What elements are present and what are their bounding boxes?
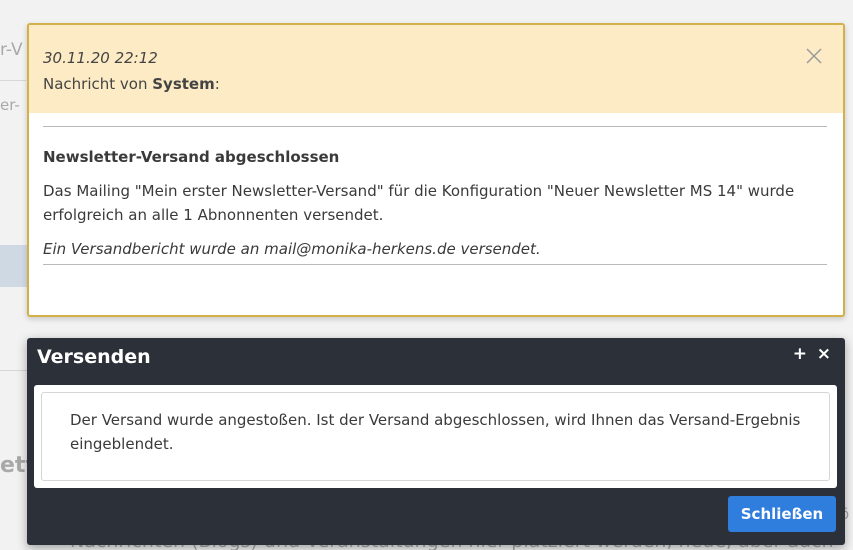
sender-name: System: [152, 75, 215, 93]
dialog-title: Versenden: [37, 346, 151, 368]
background-divider: [0, 370, 30, 371]
notification-text: Das Mailing "Mein erster Newsletter-Vers…: [43, 182, 795, 224]
close-button[interactable]: Schließen: [728, 496, 836, 532]
close-icon[interactable]: [803, 45, 825, 67]
divider: [43, 126, 827, 127]
notification-header: 30.11.20 22:12 Nachricht von System:: [29, 25, 843, 113]
notification-sender-line: Nachricht von System:: [43, 75, 843, 93]
maximize-icon[interactable]: +: [793, 346, 807, 363]
dialog-content: Der Versand wurde angestoßen. Ist der Ve…: [34, 385, 837, 488]
dialog-close-icon[interactable]: ×: [817, 346, 831, 363]
background-text: er-: [0, 96, 20, 114]
send-dialog: Versenden + × Der Versand wurde angestoß…: [27, 338, 845, 545]
background-highlight-row: [0, 245, 28, 287]
background-divider: [0, 80, 26, 81]
dialog-message: Der Versand wurde angestoßen. Ist der Ve…: [41, 392, 830, 481]
notification-note: Ein Versandbericht wurde an mail@monika-…: [43, 240, 541, 258]
notification-body: Newsletter-Versand abgeschlossen Das Mai…: [29, 126, 843, 265]
divider: [43, 264, 827, 265]
notification-timestamp: 30.11.20 22:12: [43, 49, 158, 67]
sender-suffix: :: [214, 75, 220, 93]
sender-prefix: Nachricht von: [43, 75, 153, 93]
notification-subject: Newsletter-Versand abgeschlossen: [43, 148, 340, 166]
background-text: r-V: [0, 40, 23, 60]
system-notification: 30.11.20 22:12 Nachricht von System: New…: [27, 23, 845, 317]
